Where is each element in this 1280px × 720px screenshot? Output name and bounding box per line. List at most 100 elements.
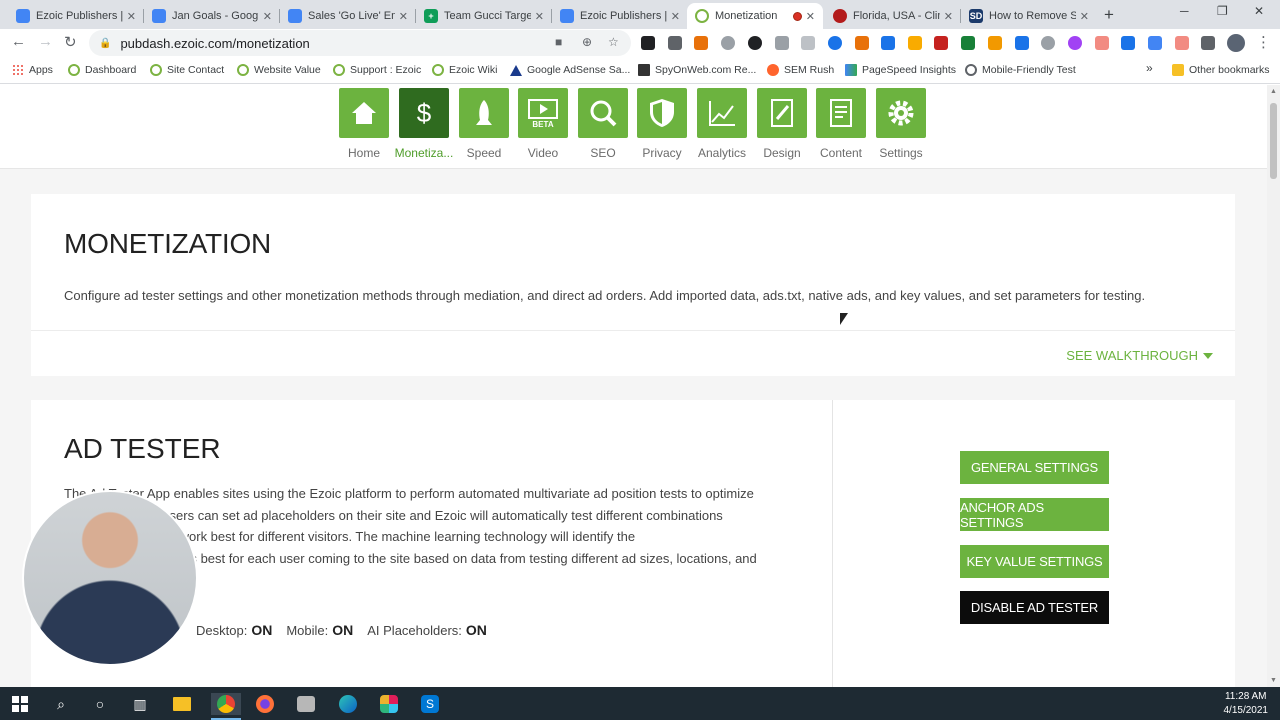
back-button[interactable]: ←: [11, 33, 26, 50]
bookmark-support-ezoic[interactable]: Support : Ezoic: [333, 64, 421, 76]
bookmark-mobile-friendly[interactable]: Mobile-Friendly Test: [965, 64, 1076, 76]
extension-icon[interactable]: [1095, 36, 1109, 50]
nav-seo[interactable]: SEO: [573, 88, 633, 160]
mobile-test-icon: [965, 64, 977, 76]
slack-icon[interactable]: [378, 693, 400, 715]
bookmark-pagespeed[interactable]: PageSpeed Insights: [845, 64, 956, 76]
edge-icon[interactable]: [337, 693, 359, 715]
nav-settings[interactable]: Settings: [871, 88, 931, 160]
extension-icon[interactable]: [1015, 36, 1029, 50]
close-icon[interactable]: ✕: [806, 10, 815, 23]
tab-team-gucci[interactable]: + Team Gucci Target ✕: [416, 3, 552, 29]
avatar[interactable]: [1227, 34, 1245, 52]
tab-monetization[interactable]: Monetization ✕: [687, 3, 823, 29]
bookmark-adsense[interactable]: Google AdSense Sa...: [510, 64, 630, 76]
see-walkthrough-link[interactable]: SEE WALKTHROUGH: [1066, 348, 1213, 363]
nav-privacy[interactable]: Privacy: [632, 88, 692, 160]
extension-icon[interactable]: [694, 36, 708, 50]
reload-button[interactable]: ↻: [64, 33, 77, 51]
close-icon[interactable]: ✕: [263, 10, 272, 23]
extension-icon[interactable]: [961, 36, 975, 50]
nav-content[interactable]: Content: [811, 88, 871, 160]
app-icon[interactable]: [295, 693, 317, 715]
close-icon[interactable]: ✕: [671, 10, 680, 23]
bookmark-website-value[interactable]: Website Value: [237, 64, 321, 76]
page-scrollbar[interactable]: ▲ ▼: [1267, 85, 1280, 687]
skype-icon[interactable]: S: [419, 693, 441, 715]
zoom-icon[interactable]: ⊕: [582, 35, 592, 49]
scroll-up-icon[interactable]: ▲: [1270, 88, 1277, 95]
window-close-button[interactable]: ✕: [1254, 4, 1264, 18]
maximize-button[interactable]: ❐: [1217, 4, 1228, 18]
bookmark-star-icon[interactable]: ☆: [608, 35, 619, 49]
extension-icon[interactable]: [668, 36, 682, 50]
close-icon[interactable]: ✕: [127, 10, 136, 23]
file-explorer-icon[interactable]: [171, 693, 193, 715]
expand-icon[interactable]: ⤢: [174, 640, 185, 657]
extension-icon[interactable]: [934, 36, 948, 50]
extension-icon[interactable]: [908, 36, 922, 50]
key-value-settings-button[interactable]: KEY VALUE SETTINGS: [960, 545, 1109, 578]
scrollbar-thumb[interactable]: [1270, 103, 1277, 179]
tab-ezoic-publishers-1[interactable]: Ezoic Publishers | C ✕: [8, 3, 144, 29]
search-icon[interactable]: ⌕: [50, 693, 72, 715]
camera-icon[interactable]: ■: [555, 35, 562, 49]
tab-ezoic-publishers-2[interactable]: Ezoic Publishers | C ✕: [552, 3, 688, 29]
extension-icon[interactable]: [988, 36, 1002, 50]
puzzle-icon[interactable]: [1201, 36, 1215, 50]
extension-icon[interactable]: [748, 36, 762, 50]
system-clock[interactable]: 11:28 AM 4/15/2021: [1224, 690, 1269, 718]
address-bar[interactable]: 🔒 pubdash.ezoic.com/monetization ■ ⊕ ☆: [89, 30, 631, 56]
extension-icon[interactable]: [1068, 36, 1082, 50]
extension-icon[interactable]: [775, 36, 789, 50]
close-icon[interactable]: ✕: [399, 10, 408, 23]
extension-icon[interactable]: [641, 36, 655, 50]
extension-icon[interactable]: [881, 36, 895, 50]
general-settings-button[interactable]: GENERAL SETTINGS: [960, 451, 1109, 484]
nav-analytics[interactable]: Analytics: [692, 88, 752, 160]
extension-icon[interactable]: [1121, 36, 1135, 50]
bookmark-apps[interactable]: Apps: [12, 64, 53, 76]
nav-design[interactable]: Design: [752, 88, 812, 160]
bookmark-other[interactable]: Other bookmarks: [1172, 64, 1270, 76]
recording-icon: [792, 11, 802, 21]
site-icon: SD: [969, 9, 983, 23]
windows-start-icon[interactable]: [9, 693, 31, 715]
close-icon[interactable]: ✕: [1080, 10, 1089, 23]
minimize-button[interactable]: ─: [1180, 4, 1189, 18]
bookmark-ezoic-wiki[interactable]: Ezoic Wiki: [432, 64, 497, 76]
extension-icon[interactable]: [721, 36, 735, 50]
tab-how-to-remove[interactable]: SD How to Remove S ✕: [961, 3, 1097, 29]
close-icon[interactable]: ✕: [944, 10, 953, 23]
extension-icon[interactable]: [1175, 36, 1189, 50]
nav-monetization[interactable]: $ Monetiza...: [394, 88, 454, 160]
tab-sales-go-live[interactable]: Sales 'Go Live' Ema ✕: [280, 3, 416, 29]
cortana-icon[interactable]: ○: [89, 693, 111, 715]
extension-icon[interactable]: [1041, 36, 1055, 50]
extension-icon[interactable]: [1148, 36, 1162, 50]
extension-icon[interactable]: [801, 36, 815, 50]
chrome-icon[interactable]: [211, 693, 241, 720]
extension-icon[interactable]: [828, 36, 842, 50]
bookmark-semrush[interactable]: SEM Rush: [767, 64, 834, 76]
docs-icon: [288, 9, 302, 23]
close-icon[interactable]: ✕: [535, 10, 544, 23]
scroll-down-icon[interactable]: ▼: [1270, 677, 1277, 684]
anchor-ads-settings-button[interactable]: ANCHOR ADS SETTINGS: [960, 498, 1109, 531]
tab-jan-goals[interactable]: Jan Goals - Google ✕: [144, 3, 280, 29]
bookmarks-overflow-button[interactable]: »: [1146, 61, 1153, 75]
new-tab-button[interactable]: +: [1104, 5, 1114, 25]
bookmark-spyonweb[interactable]: SpyOnWeb.com Re...: [638, 64, 756, 76]
extension-icon[interactable]: [855, 36, 869, 50]
nav-speed[interactable]: Speed: [454, 88, 514, 160]
forward-button[interactable]: →: [38, 33, 53, 50]
nav-video[interactable]: BETA Video: [513, 88, 573, 160]
task-view-icon[interactable]: ▥: [129, 693, 151, 715]
disable-ad-tester-button[interactable]: DISABLE AD TESTER: [960, 591, 1109, 624]
menu-icon[interactable]: ⋮: [1256, 33, 1271, 51]
firefox-icon[interactable]: [254, 693, 276, 715]
bookmark-site-contact[interactable]: Site Contact: [150, 64, 224, 76]
nav-home[interactable]: Home: [334, 88, 394, 160]
bookmark-dashboard[interactable]: Dashboard: [68, 64, 136, 76]
tab-florida-climate[interactable]: Florida, USA - Clim ✕: [825, 3, 961, 29]
